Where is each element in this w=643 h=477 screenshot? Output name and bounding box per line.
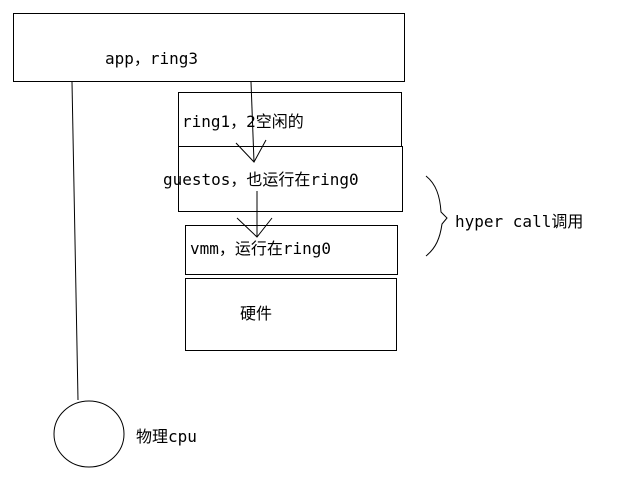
app-ring3-label: app，ring3 xyxy=(105,49,199,68)
ring12-idle-label: ring1，2空闲的 xyxy=(182,112,304,131)
hardware-label: 硬件 xyxy=(240,304,273,323)
cpu-circle xyxy=(53,400,125,468)
hypercall-brace xyxy=(425,175,448,257)
hypercall-label: hyper call调用 xyxy=(455,212,584,231)
app-to-cpu-line xyxy=(71,81,79,401)
app-to-guestos-arrowhead xyxy=(235,139,267,163)
physical-cpu-label: 物理cpu xyxy=(136,427,197,446)
vmm-label: vmm，运行在ring0 xyxy=(190,239,332,258)
guestos-label: guestos，也运行在ring0 xyxy=(163,170,359,189)
guestos-to-vmm-arrowhead xyxy=(236,217,273,238)
